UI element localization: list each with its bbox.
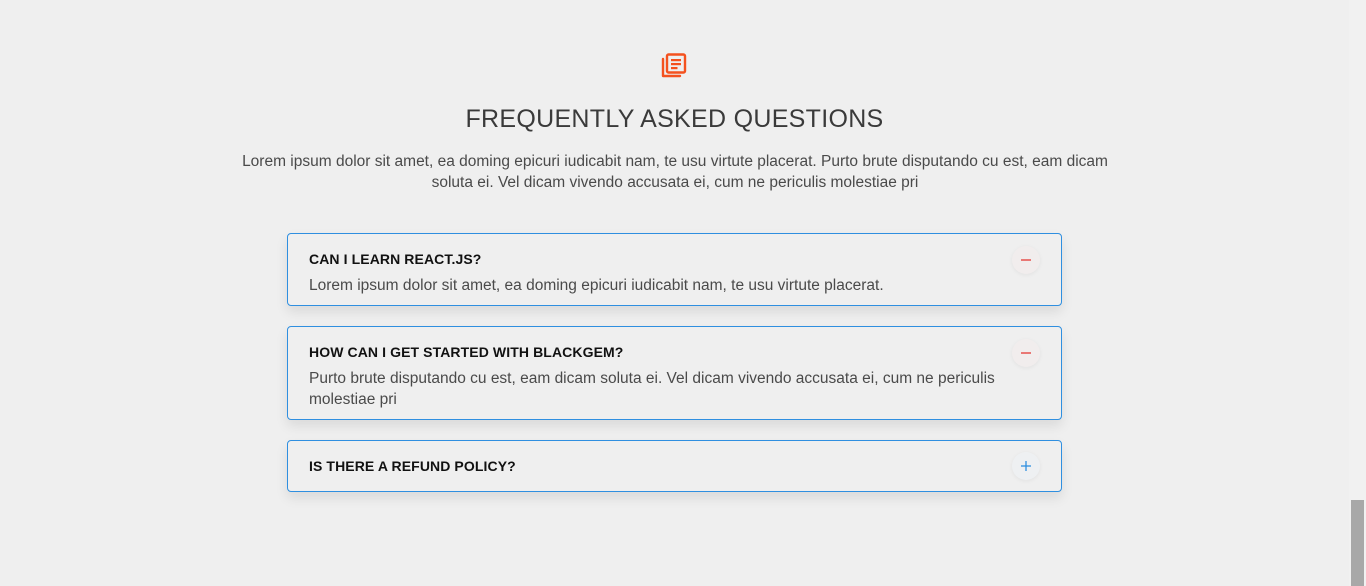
faq-section: FREQUENTLY ASKED QUESTIONS Lorem ipsum d… [0,0,1349,586]
faq-question[interactable]: IS THERE A REFUND POLICY? [309,457,516,475]
section-intro: Lorem ipsum dolor sit amet, ea doming ep… [242,153,1108,191]
faq-item[interactable]: CAN I LEARN REACT.JS? Lorem ipsum dolor … [287,233,1062,306]
scrollbar-thumb[interactable] [1351,500,1364,586]
collapse-toggle-button[interactable] [1012,246,1040,274]
collapse-toggle-button[interactable] [1012,339,1040,367]
faq-answer: Purto brute disputando cu est, eam dicam… [309,370,995,408]
plus-icon [1020,460,1032,472]
minus-icon [1020,254,1032,266]
expand-toggle-button[interactable] [1012,452,1040,480]
page: FREQUENTLY ASKED QUESTIONS Lorem ipsum d… [0,0,1366,586]
minus-icon [1020,347,1032,359]
section-title: FREQUENTLY ASKED QUESTIONS [465,105,884,133]
faq-question[interactable]: CAN I LEARN REACT.JS? [309,250,481,268]
faq-item[interactable]: HOW CAN I GET STARTED WITH BLACKGEM? Pur… [287,326,1062,420]
faq-answer: Lorem ipsum dolor sit amet, ea doming ep… [309,277,884,294]
newspaper-icon [660,52,688,80]
scrollbar[interactable] [1349,0,1366,586]
faq-question[interactable]: HOW CAN I GET STARTED WITH BLACKGEM? [309,343,623,361]
faq-item[interactable]: IS THERE A REFUND POLICY? [287,440,1062,492]
